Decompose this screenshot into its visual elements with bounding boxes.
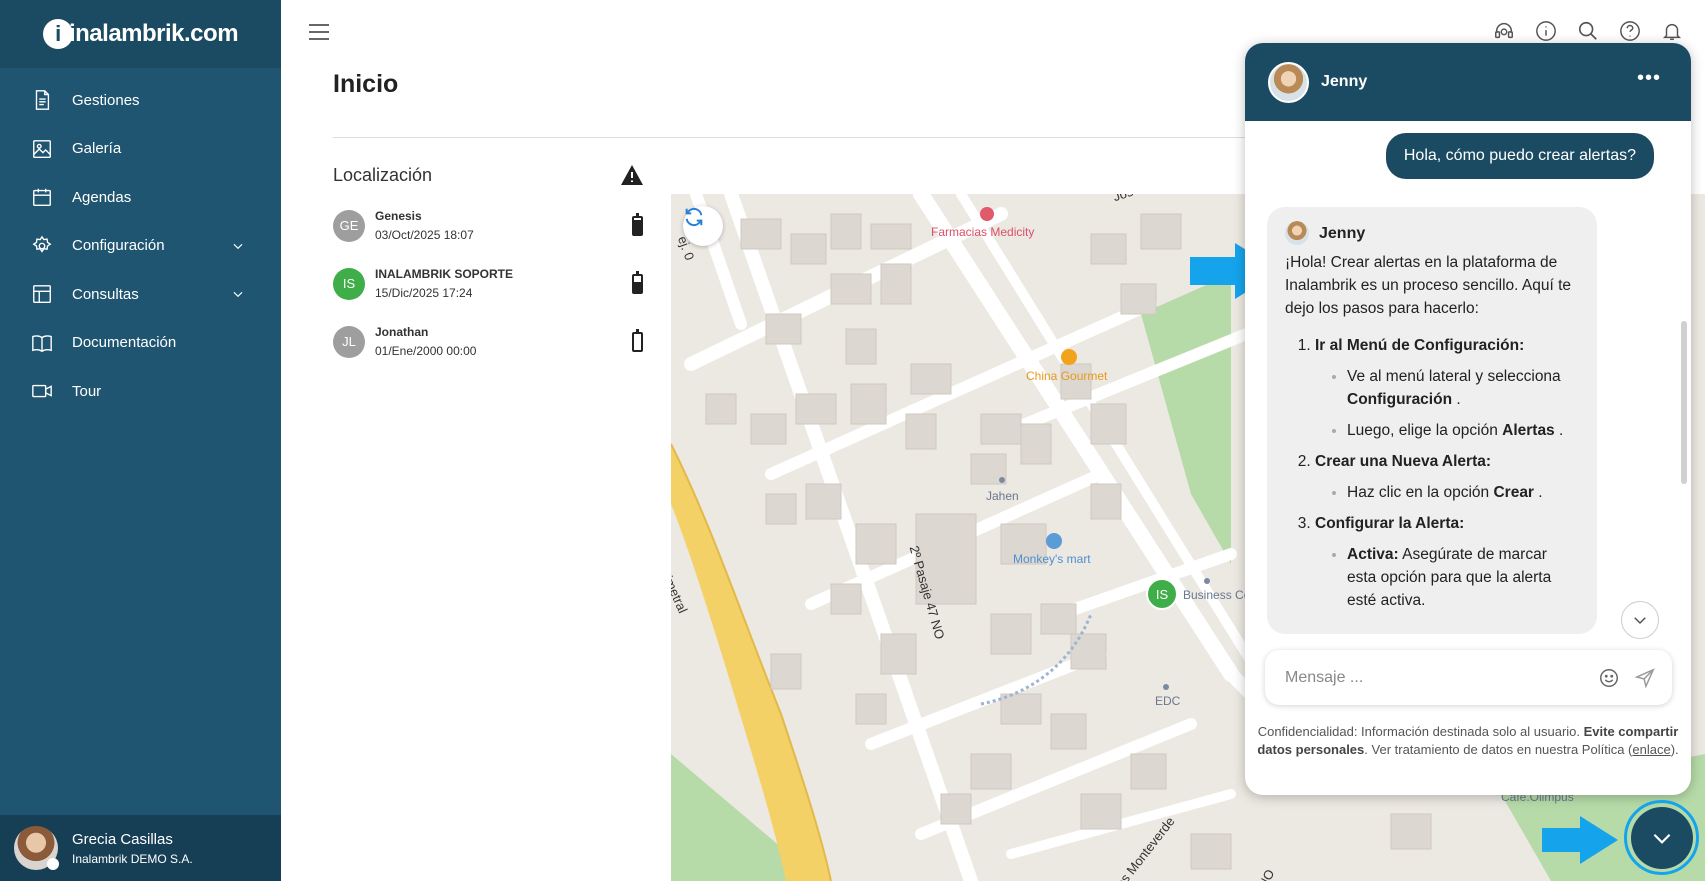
menu-toggle-button[interactable] [309,24,329,40]
user-message: Hola, cómo puedo crear alertas? [1385,133,1654,179]
poi-label: Monkey's mart [1013,552,1091,566]
top-icons [1493,20,1683,42]
step-title: Ir al Menú de Configuración: [1315,337,1525,354]
poi-label: Farmacias Medicity [931,225,1035,239]
chevron-down-icon [1653,833,1670,844]
device-name: Jonathan [375,325,429,339]
device-row[interactable]: GE Genesis 03/Oct/2025 18:07 [333,209,643,242]
battery-icon [632,270,643,294]
gear-icon [32,235,52,253]
device-marker[interactable]: IS [1146,578,1178,610]
poi-label: Jahen [986,489,1019,503]
agent-avatar [1285,221,1309,245]
device-name: Genesis [375,209,422,223]
device-date: 03/Oct/2025 18:07 [375,228,474,242]
sidebar-item-tour[interactable]: Tour [0,367,281,416]
device-date: 01/Ene/2000 00:00 [375,344,477,358]
calendar-icon [33,189,51,207]
send-icon[interactable] [1634,667,1656,689]
image-icon [33,139,51,158]
poi-label: EDC [1155,694,1181,708]
device-name: INALAMBRIK SOPORTE [375,267,513,281]
chevron-down-icon [233,292,243,298]
device-avatar: GE [333,209,365,242]
privacy-disclaimer: Confidencialidad: Información destinada … [1257,724,1679,757]
bot-intro: ¡Hola! Crear alertas en la plataforma de… [1285,254,1572,317]
sidebar-item-label: Configuración [72,237,165,255]
table-icon [33,285,51,304]
book-icon [32,335,52,352]
user-name: Grecia Casillas [72,830,173,848]
device-avatar: JL [333,325,365,358]
user-company: Inalambrik DEMO S.A. [72,851,193,866]
message-input[interactable] [1285,668,1585,687]
localizacion-title: Localización [333,165,433,185]
sidebar-item-label: Gestiones [72,91,140,109]
poi-label: China Gourmet [1026,369,1108,383]
sidebar-item-label: Documentación [72,334,177,352]
chat-toggle-button[interactable] [1624,800,1699,875]
page-title: Inicio [333,70,399,98]
sidebar-item-label: Galería [72,140,122,158]
annotation-arrow-icon [1542,816,1618,864]
sidebar-item-agendas[interactable]: Agendas [0,173,281,222]
chat-scrollbar[interactable] [1681,321,1687,484]
privacy-link[interactable]: enlace [1632,742,1670,757]
step-title: Configurar la Alerta: [1315,515,1465,532]
sidebar-item-consultas[interactable]: Consultas [0,270,281,319]
sidebar-nav: Gestiones Galería Agendas Configuración … [0,68,281,416]
sidebar-item-documentacion[interactable]: Documentación [0,319,281,368]
device-row[interactable]: JL Jonathan 01/Ene/2000 00:00 [333,325,643,358]
chat-menu-button[interactable]: ••• [1637,68,1661,88]
sidebar-item-gestiones[interactable]: Gestiones [0,76,281,125]
chat-header: Jenny ••• [1245,43,1691,121]
emoji-icon[interactable] [1598,667,1620,689]
bot-name: Jenny [1319,224,1366,242]
video-icon [32,385,52,398]
poi-label: Business Ce [1183,588,1251,602]
chevron-down-icon [1634,617,1646,625]
search-icon[interactable] [1577,20,1599,42]
sidebar: i inalambrik.com Gestiones Galería Agenda… [0,0,281,881]
user-profile[interactable]: Grecia Casillas Inalambrik DEMO S.A. [0,815,281,881]
logo-text: inalambrik.com [68,20,239,47]
sidebar-item-label: Consultas [72,285,139,303]
scroll-down-button[interactable] [1621,601,1659,639]
sidebar-item-configuracion[interactable]: Configuración [0,222,281,271]
battery-icon [632,212,643,236]
brand-logo[interactable]: i inalambrik.com [0,0,281,68]
message-input-box [1265,650,1672,705]
sidebar-item-label: Agendas [72,188,132,206]
device-row[interactable]: IS INALAMBRIK SOPORTE 15/Dic/2025 17:24 [333,267,643,300]
divider [333,137,1253,138]
avatar [14,826,59,870]
sidebar-item-galeria[interactable]: Galería [0,125,281,174]
chat-messages[interactable]: Hola, cómo puedo crear alertas? Jenny ¡H… [1245,121,1691,650]
battery-icon [632,328,643,352]
agent-avatar [1268,61,1309,103]
sidebar-item-label: Tour [72,382,102,400]
logo-mark-icon: i [42,19,73,49]
support-agent-icon[interactable] [1493,20,1515,42]
chat-agent-name: Jenny [1321,73,1368,90]
info-icon[interactable] [1535,20,1557,42]
document-icon [35,90,50,111]
chat-widget: Jenny ••• Hola, cómo puedo crear alertas… [1245,43,1691,795]
steps-list: Ir al Menú de Configuración: Ve al menú … [1285,334,1579,612]
step-title: Crear una Nueva Alerta: [1315,453,1492,470]
bot-message: Jenny ¡Hola! Crear alertas en la platafo… [1267,207,1597,634]
refresh-icon [685,207,703,227]
chevron-down-icon [233,243,243,249]
warning-icon[interactable] [620,164,644,186]
help-icon[interactable] [1619,20,1641,42]
bell-icon[interactable] [1661,20,1683,42]
device-date: 15/Dic/2025 17:24 [375,286,473,300]
device-avatar: IS [333,267,365,300]
